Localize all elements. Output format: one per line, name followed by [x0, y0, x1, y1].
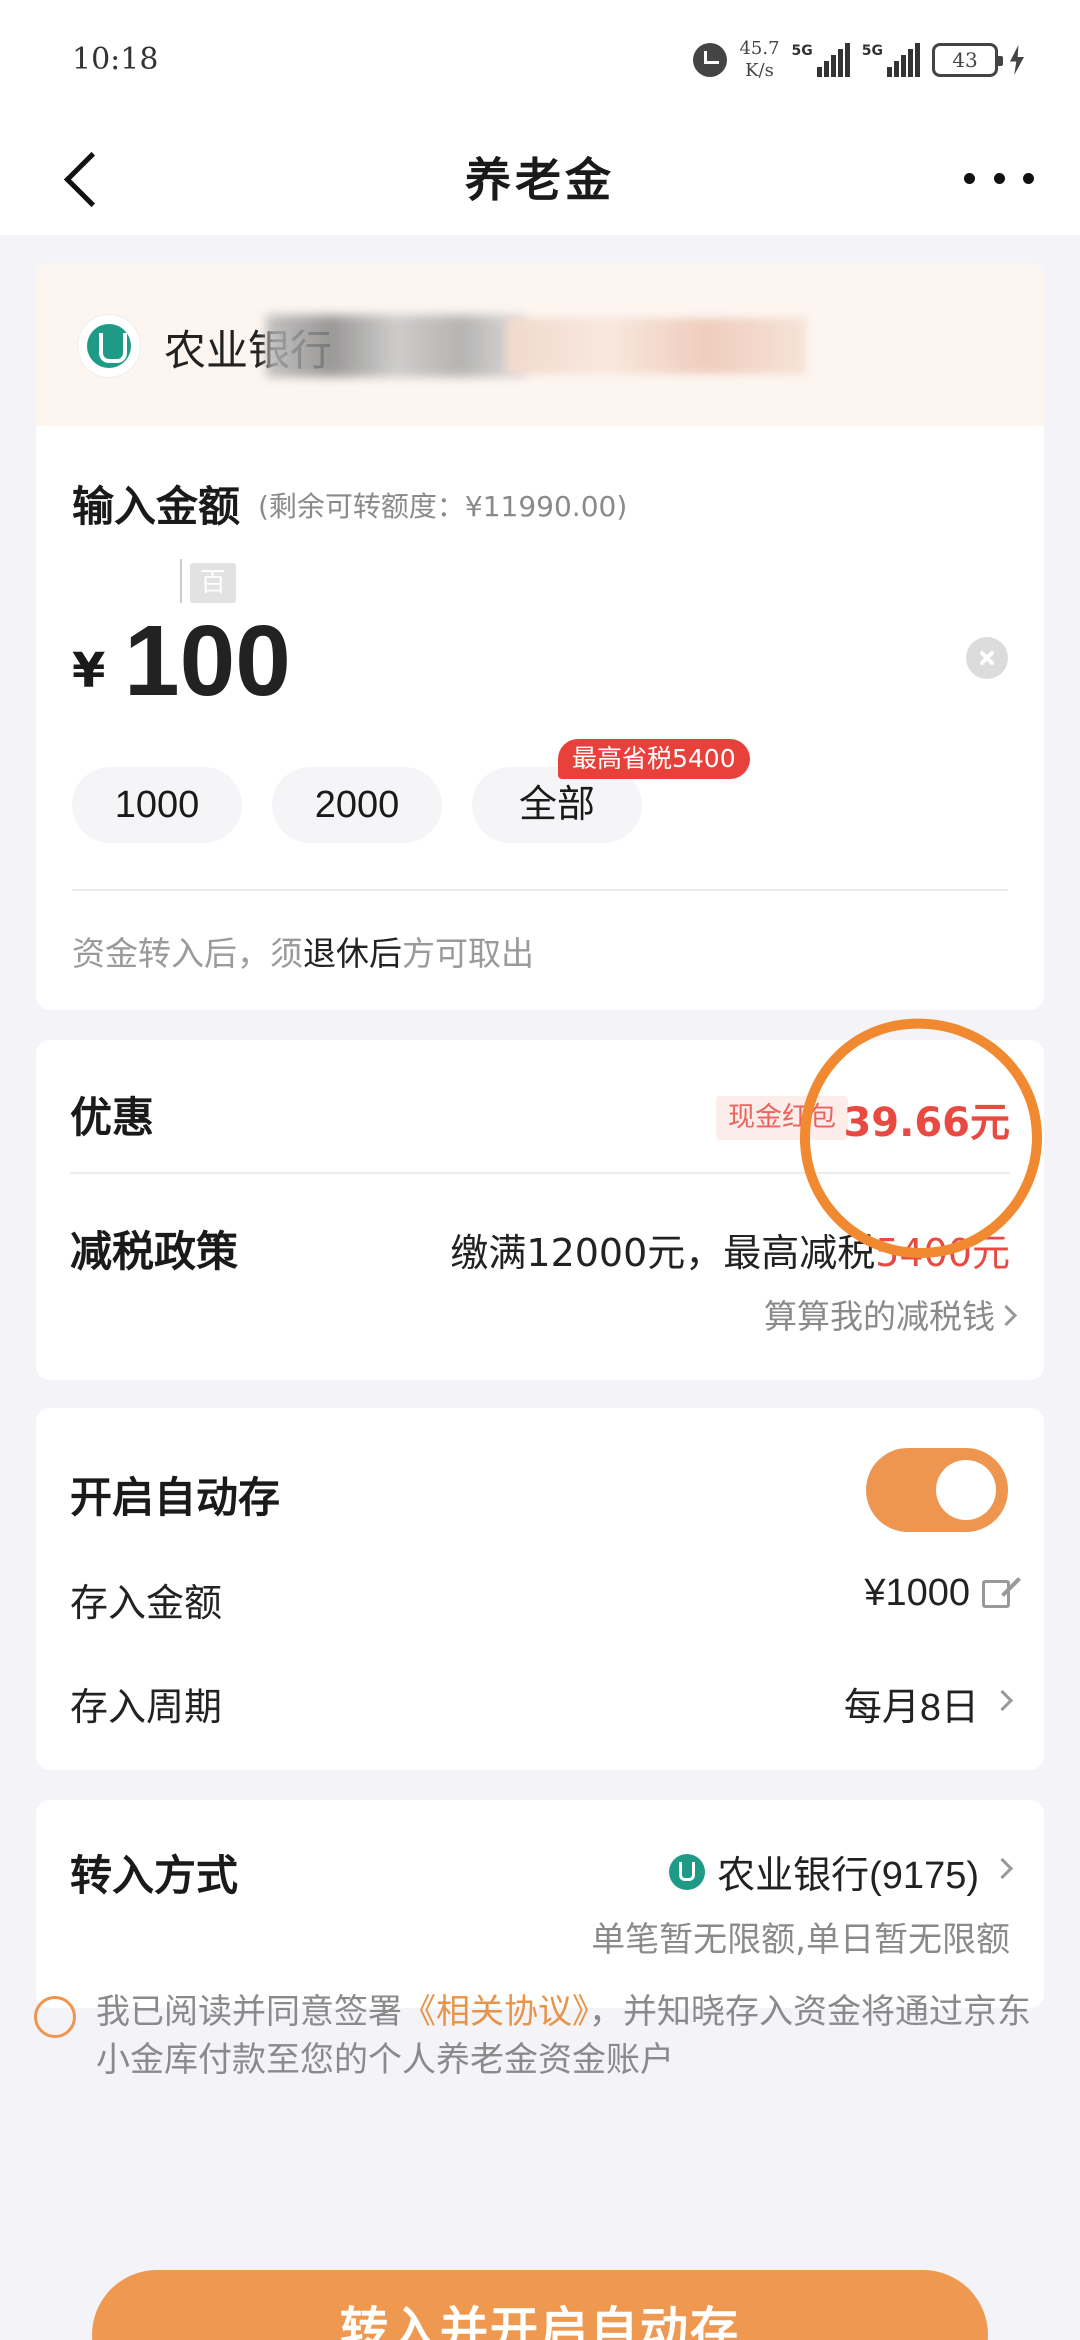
transfer-limit-text: 单笔暂无限额,单日暂无限额	[591, 1920, 1010, 1960]
auto-deposit-card: 开启自动存 存入金额 ¥1000 存入周期 每月8日	[36, 1408, 1044, 1770]
discount-title: 优惠	[70, 1093, 155, 1142]
currency-symbol: ¥	[72, 643, 106, 699]
alarm-icon	[693, 43, 728, 77]
chevron-right-icon	[995, 1304, 1018, 1327]
bank-account-header[interactable]: 农业银行	[36, 263, 1044, 426]
divider	[72, 889, 1008, 891]
network-speed-unit: K/s	[745, 60, 774, 81]
deposit-amount-row[interactable]: ¥1000	[864, 1572, 1010, 1615]
network-speed: 45.7 K/s	[739, 38, 779, 82]
abc-bank-logo-icon	[78, 315, 140, 377]
deposit-period-value: 每月8日	[843, 1687, 979, 1729]
battery-level: 43	[952, 48, 978, 72]
discount-value: 39.66元	[843, 1100, 1010, 1146]
status-time: 10:18	[72, 42, 159, 77]
nav-bar: 养老金	[0, 120, 1080, 235]
chevron-right-icon	[991, 1857, 1014, 1880]
max-tax-saving-badge: 最高省税5400	[558, 739, 750, 779]
transfer-method-title: 转入方式	[70, 1851, 239, 1900]
agreement-text: 我已阅读并同意签署《相关协议》，并知晓存入资金将通过京东小金库付款至您的个人养老…	[96, 1992, 1031, 2080]
masked-account-info	[266, 315, 526, 377]
chevron-right-icon	[991, 1689, 1014, 1712]
auto-deposit-toggle[interactable]	[866, 1448, 1008, 1532]
signal-1-icon: 5G	[792, 43, 850, 77]
signal-2-icon: 5G	[862, 43, 920, 77]
discount-card: 优惠 现金红包 39.66元 减税政策 缴满12000元，最高减税5400元 算…	[36, 1040, 1044, 1380]
more-icon[interactable]	[964, 160, 1034, 196]
agreement-checkbox[interactable]	[34, 1996, 76, 2038]
deposit-amount-label: 存入金额	[70, 1581, 223, 1625]
status-bar: 10:18 45.7 K/s 5G 5G 43	[0, 0, 1080, 120]
sim1-label: 5G	[791, 43, 813, 59]
amount-card: 农业银行 输入金额 (剩余可转额度：¥11990.00) 百 ¥ 1000 20…	[36, 263, 1044, 1010]
agreement-link[interactable]: 《相关协议》	[402, 1992, 589, 2032]
transfer-method-card: 转入方式 农业银行(9175) 单笔暂无限额,单日暂无限额	[36, 1800, 1044, 2008]
divider	[70, 1172, 1010, 1174]
quick-amount-1000[interactable]: 1000	[72, 767, 242, 843]
amount-label: 输入金额	[72, 482, 241, 531]
abc-bank-logo-icon	[669, 1853, 706, 1890]
unit-hint-tag: 百	[190, 563, 236, 603]
submit-button[interactable]: 转入并开启自动存	[92, 2270, 988, 2340]
transfer-bank-selector[interactable]: 农业银行(9175)	[669, 1844, 1014, 1899]
remaining-quota-hint: (剩余可转额度：¥11990.00)	[258, 490, 628, 523]
charging-icon	[1010, 45, 1024, 75]
auto-deposit-title: 开启自动存	[70, 1473, 281, 1522]
status-icons: 45.7 K/s 5G 5G 43	[693, 38, 1024, 82]
sim2-label: 5G	[861, 43, 883, 59]
amount-input[interactable]	[124, 601, 924, 721]
transfer-bank-name: 农业银行(9175)	[717, 1855, 979, 1897]
deposit-amount-value: ¥1000	[864, 1572, 970, 1614]
calc-tax-link[interactable]: 算算我的减税钱	[764, 1290, 1018, 1338]
network-speed-value: 45.7	[739, 38, 780, 59]
battery-icon: 43	[932, 43, 1003, 77]
deposit-period-row[interactable]: 每月8日	[843, 1676, 1014, 1731]
withdrawal-notice: 资金转入后，须退休后方可取出	[72, 934, 534, 973]
tax-policy-text: 缴满12000元，最高减税5400元	[450, 1231, 1010, 1275]
cash-red-packet-tag: 现金红包	[716, 1096, 848, 1140]
tax-policy-title: 减税政策	[70, 1227, 239, 1276]
masked-account-info-2	[506, 318, 806, 374]
clear-icon[interactable]	[966, 637, 1008, 679]
page-title: 养老金	[465, 153, 615, 207]
input-cursor	[180, 559, 182, 603]
deposit-period-label: 存入周期	[70, 1685, 223, 1729]
quick-amount-2000[interactable]: 2000	[272, 767, 442, 843]
edit-icon[interactable]	[982, 1579, 1010, 1608]
